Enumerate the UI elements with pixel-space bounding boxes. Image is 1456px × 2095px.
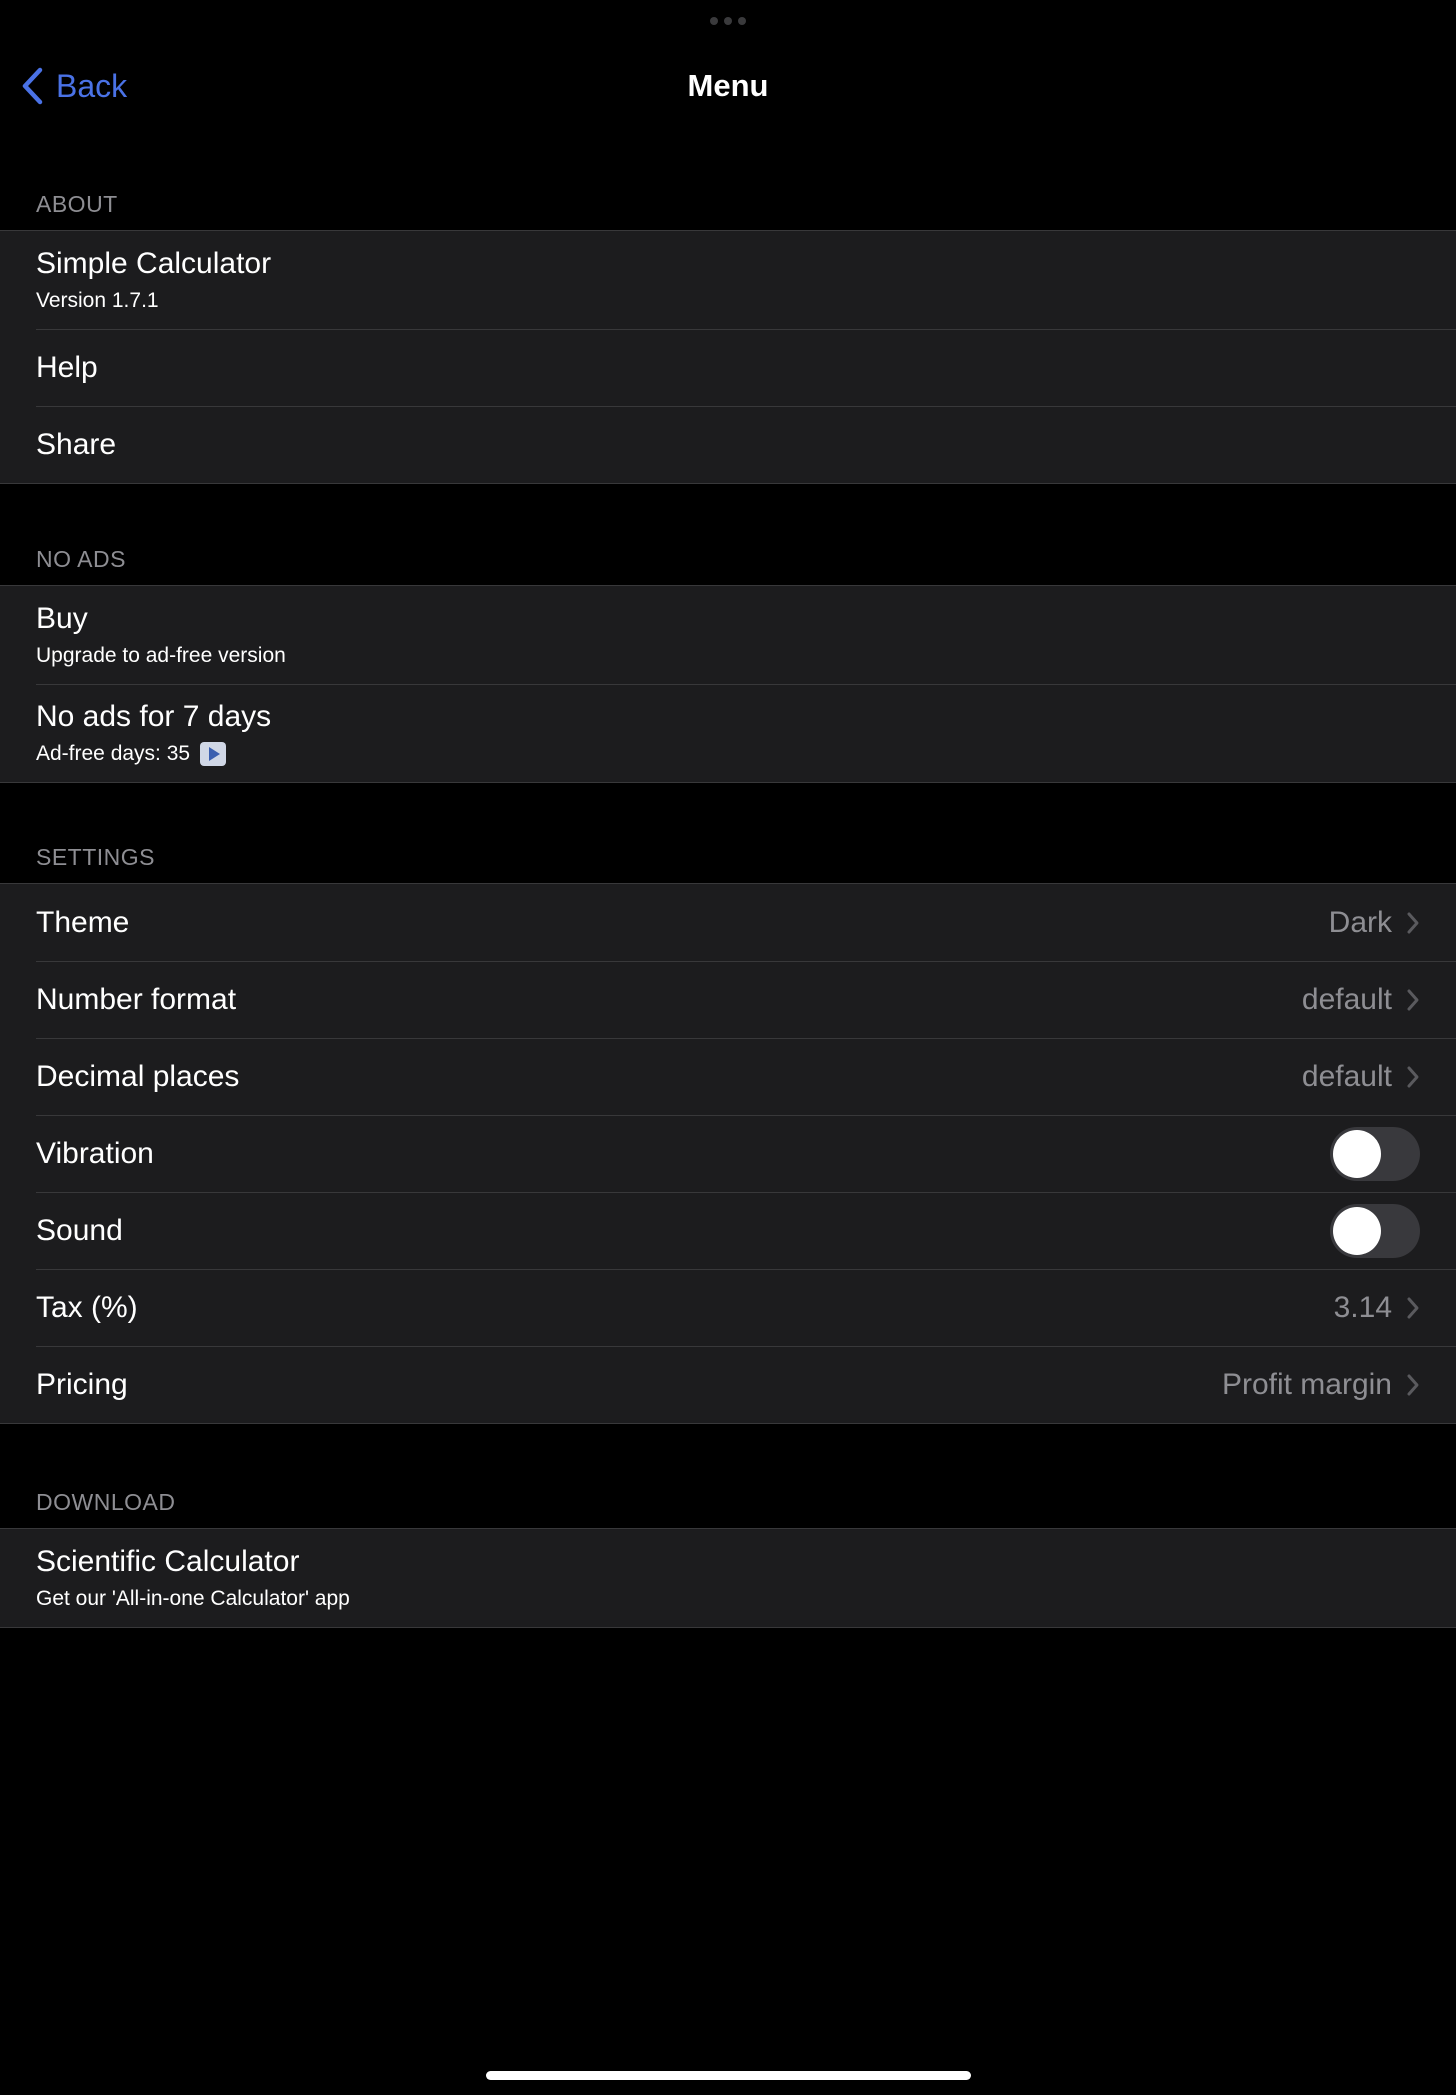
number-format-label: Number format [36,982,237,1016]
tax-label: Tax (%) [36,1290,138,1324]
section-header-about: ABOUT [36,191,118,217]
no-ads-seven-days-label: No ads for 7 days [36,700,272,733]
theme-value: Dark [1328,905,1392,939]
navigation-bar: Back Menu [0,0,1456,175]
scientific-calculator-title: Scientific Calculator [36,1545,300,1578]
number-format-row[interactable]: Number format default [0,961,1456,1038]
section-header-settings: SETTINGS [36,844,156,870]
app-version: Version 1.7.1 [36,289,159,312]
help-label: Help [36,350,98,384]
section-header-no-ads: NO ADS [36,546,126,572]
theme-label: Theme [36,905,130,939]
pricing-label: Pricing [36,1367,128,1401]
share-label: Share [36,427,117,461]
toggle-knob [1333,1129,1381,1178]
decimal-places-value: default [1301,1059,1392,1093]
no-ads-seven-days-row[interactable]: No ads for 7 days Ad-free days: 35 [0,684,1456,782]
chevron-right-icon [1407,989,1419,1010]
settings-group: Theme Dark Number format default Decimal… [0,883,1456,1424]
chevron-right-icon [1407,912,1419,933]
number-format-value: default [1301,982,1392,1016]
vibration-row: Vibration [0,1115,1456,1192]
chevron-right-icon [1407,1374,1419,1395]
toggle-knob [1333,1206,1381,1255]
decimal-places-label: Decimal places [36,1059,240,1093]
download-group: Scientific Calculator Get our 'All-in-on… [0,1528,1456,1628]
ad-free-days-text: Ad-free days: 35 [36,742,191,765]
page-title: Menu [687,68,769,103]
tax-value: 3.14 [1333,1290,1392,1324]
pricing-value: Profit margin [1221,1367,1392,1401]
sound-label: Sound [36,1213,123,1247]
section-header-download: DOWNLOAD [36,1489,176,1515]
decimal-places-row[interactable]: Decimal places default [0,1038,1456,1115]
buy-subtitle: Upgrade to ad-free version [36,644,286,667]
scientific-calculator-row[interactable]: Scientific Calculator Get our 'All-in-on… [0,1529,1456,1627]
vibration-label: Vibration [36,1136,154,1170]
pricing-row[interactable]: Pricing Profit margin [0,1346,1456,1423]
theme-row[interactable]: Theme Dark [0,884,1456,961]
sound-toggle[interactable] [1330,1203,1420,1258]
buy-row[interactable]: Buy Upgrade to ad-free version [0,586,1456,684]
vibration-toggle[interactable] [1330,1126,1420,1181]
about-group: Simple Calculator Version 1.7.1 Help Sha… [0,230,1456,484]
chevron-right-icon [1407,1297,1419,1318]
home-indicator [486,2071,971,2080]
share-row[interactable]: Share [0,406,1456,483]
play-icon [200,742,227,766]
ad-free-days-subtitle: Ad-free days: 35 [36,742,227,766]
tax-row[interactable]: Tax (%) 3.14 [0,1269,1456,1346]
buy-label: Buy [36,602,88,635]
scientific-calculator-subtitle: Get our 'All-in-one Calculator' app [36,1587,350,1610]
app-info-row[interactable]: Simple Calculator Version 1.7.1 [0,231,1456,329]
chevron-right-icon [1407,1066,1419,1087]
help-row[interactable]: Help [0,329,1456,406]
sound-row: Sound [0,1192,1456,1269]
no-ads-group: Buy Upgrade to ad-free version No ads fo… [0,585,1456,783]
app-name: Simple Calculator [36,247,272,280]
